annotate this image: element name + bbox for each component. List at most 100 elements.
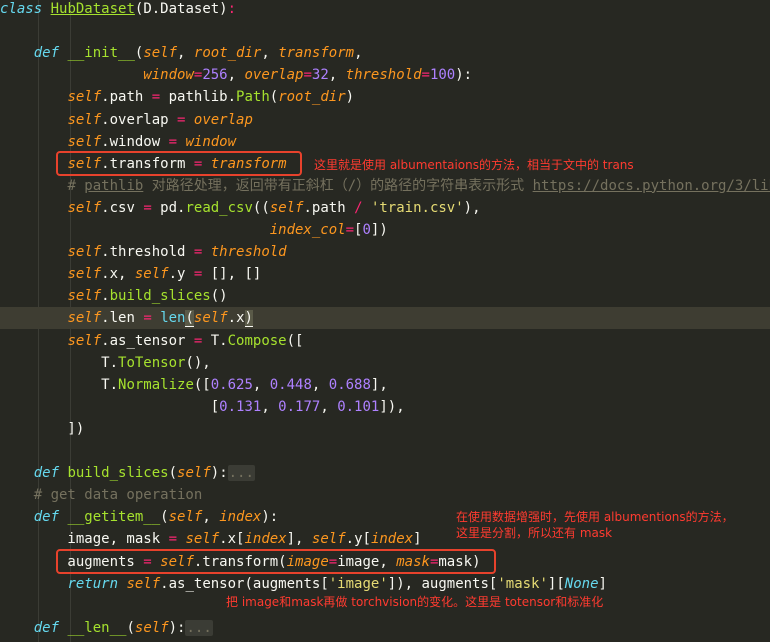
code-token: = — [168, 133, 178, 150]
return-line[interactable]: return self.as_tensor(augments['image'])… — [0, 573, 607, 595]
build-slices-call-line[interactable]: self.build_slices() — [0, 285, 228, 307]
code-token: ... — [227, 465, 255, 482]
code-token: len — [160, 310, 186, 327]
code-token: index — [219, 509, 262, 526]
build-slices-def-line[interactable]: def build_slices(self):... — [0, 462, 255, 484]
augments-highlight-box — [56, 549, 496, 574]
compose-close-line[interactable]: ]) — [0, 418, 84, 440]
code-token: 256 — [202, 67, 228, 84]
get-data-comment-line[interactable]: # get data operation — [0, 484, 203, 506]
code-token: self — [168, 509, 203, 526]
as-tensor-line[interactable]: self.as_tensor = T.Compose([ — [0, 330, 303, 352]
code-token: .overlap — [101, 111, 178, 128]
code-token: (D.Dataset) — [134, 1, 228, 17]
xy-assign-line[interactable]: self.x, self.y = [], [] — [0, 263, 261, 285]
code-token: ]), — [379, 398, 405, 415]
code-token: [], [] — [202, 266, 262, 283]
code-token: .path — [101, 89, 152, 106]
index-col-line[interactable]: index_col=[0]) — [0, 219, 388, 241]
code-token: .len — [101, 310, 144, 327]
code-token: .path — [303, 199, 355, 216]
pathlib-comment-line[interactable]: # pathlib 对路径处理，返回带有正斜杠（/）的路径的字符串表示形式 ht… — [0, 175, 770, 197]
class-def-line[interactable]: class HubDataset(D.Dataset): — [0, 0, 236, 20]
code-token: ): — [210, 465, 228, 482]
code-token: .y — [168, 266, 194, 283]
normalize-line[interactable]: T.Normalize([0.625, 0.448, 0.688], — [0, 374, 388, 396]
code-token: ], — [370, 376, 388, 393]
code-token: __len__ — [67, 619, 127, 636]
code-token: self — [67, 89, 102, 106]
transform-highlight-box — [56, 151, 302, 176]
code-token: def — [33, 619, 60, 636]
init-params-line[interactable]: window=256, overlap=32, threshold=100): — [0, 64, 472, 86]
window-assign-line[interactable]: self.window = window — [0, 131, 236, 153]
code-token: , — [202, 509, 220, 526]
code-token: = — [143, 199, 152, 216]
code-token: () — [210, 288, 228, 305]
code-token: 0 — [362, 222, 371, 238]
normalize-std-line[interactable]: [0.131, 0.177, 0.101]), — [0, 396, 405, 418]
code-token: read_csv — [185, 199, 253, 216]
code-token: self — [134, 266, 169, 283]
code-token: ) — [345, 89, 355, 106]
code-token: window — [185, 133, 237, 150]
threshold-assign-line[interactable]: self.threshold = threshold — [0, 241, 287, 263]
code-token: : — [227, 1, 237, 17]
code-token: ( — [126, 619, 135, 636]
code-token: Path — [236, 89, 270, 106]
code-token: T. — [0, 354, 119, 371]
code-token: index — [244, 531, 287, 548]
code-token: root_dir — [193, 45, 262, 62]
code-token: self — [193, 310, 228, 327]
code-token: 32 — [311, 67, 329, 84]
code-token: (), — [185, 354, 211, 371]
code-token: self — [177, 465, 211, 482]
code-token: root_dir — [278, 89, 346, 106]
code-token: ): — [455, 67, 473, 84]
code-token: . — [101, 288, 110, 305]
init-def-line[interactable]: def __init__(self, root_dir, transform, — [0, 42, 363, 64]
code-token: overlap — [244, 67, 304, 84]
code-token: ]) — [0, 420, 85, 437]
getitem-def-line[interactable]: def __getitem__(self, index): — [0, 506, 278, 528]
code-token: build_slices — [109, 288, 211, 305]
read-csv-line[interactable]: self.csv = pd.read_csv((self.path / 'tra… — [0, 197, 480, 219]
code-token: ( — [168, 465, 178, 482]
code-token: .window — [101, 133, 169, 150]
image-mask-line[interactable]: image, mask = self.x[index], self.y[inde… — [0, 528, 421, 550]
totensor-line[interactable]: T.ToTensor(), — [0, 352, 211, 374]
code-token: index — [370, 531, 414, 548]
transform-annotation: 这里就是使用 albumentaions的方法，相当于文中的 trans — [314, 158, 634, 172]
len-def-line[interactable]: def __len__(self):... — [0, 617, 213, 639]
code-token: 0.101 — [337, 398, 380, 415]
code-editor[interactable]: class HubDataset(D.Dataset): def __init_… — [0, 0, 770, 642]
code-token: self — [67, 199, 102, 216]
path-assign-line[interactable]: self.path = pathlib.Path(root_dir) — [0, 86, 354, 108]
code-token: .y[ — [345, 531, 371, 548]
code-token: self — [185, 531, 220, 548]
code-token: 0.131 — [219, 398, 262, 415]
code-token: self — [67, 310, 102, 327]
code-token: ( — [269, 89, 279, 106]
code-token: threshold — [210, 244, 287, 261]
augment-annotation-line1: 在使用数据增强时，先使用 albumentions的方法， — [456, 510, 734, 524]
code-token: , — [328, 67, 346, 84]
code-token: index_col — [269, 222, 346, 238]
code-token: 'image' — [328, 575, 388, 592]
overlap-assign-line[interactable]: self.overlap = overlap — [0, 109, 252, 131]
len-assign-line[interactable]: self.len = len(self.x) — [0, 307, 770, 330]
code-token: threshold — [345, 67, 422, 84]
